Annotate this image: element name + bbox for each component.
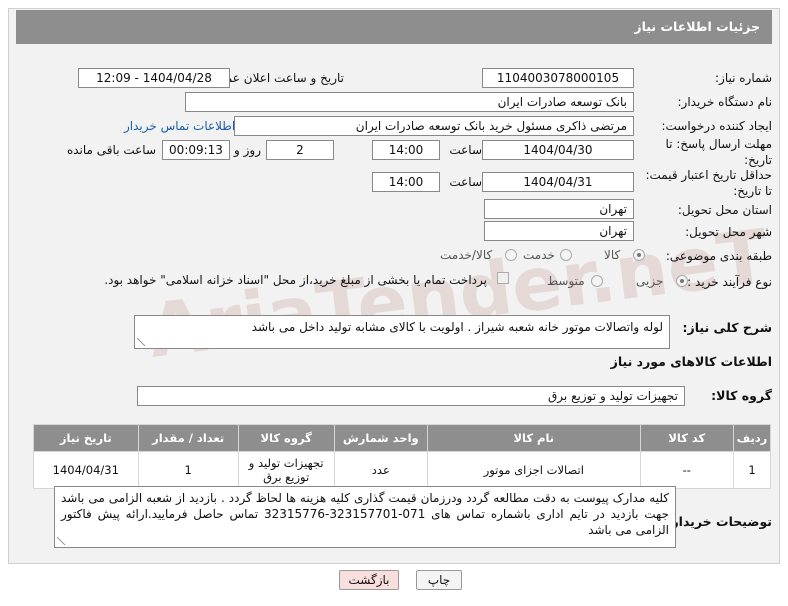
- category-radio-goods[interactable]: [633, 249, 645, 261]
- goods-table-header: ردیف کد کالا نام کالا واحد شمارش گروه کا…: [33, 424, 771, 452]
- category-radio-service[interactable]: [560, 249, 572, 261]
- cell-code: --: [639, 451, 735, 489]
- days-field[interactable]: 2: [266, 140, 334, 160]
- treasury-payment-note: پرداخت تمام یا بخشی از مبلغ خرید،از محل …: [104, 273, 487, 287]
- col-qty: تعداد / مقدار: [137, 424, 239, 452]
- cell-date: 1404/04/31: [33, 451, 139, 489]
- category-option-service: خدمت: [523, 248, 555, 262]
- treasury-payment-checkbox[interactable]: [497, 272, 509, 284]
- cell-unit: عدد: [333, 451, 429, 489]
- cell-name: اتصالات اجزای موتور: [427, 451, 641, 489]
- requester-label: ایجاد کننده درخواست:: [661, 119, 772, 133]
- reply-time-field[interactable]: 14:00: [372, 140, 440, 160]
- price-date-field[interactable]: 1404/04/31: [482, 172, 634, 192]
- category-option-goods: کالا: [604, 248, 621, 262]
- contact-info-link[interactable]: اطلاعات تماس خریدار: [124, 119, 235, 133]
- back-button[interactable]: بازگشت: [339, 570, 399, 590]
- col-code: کد کالا: [639, 424, 735, 452]
- process-option-medium: متوسط: [547, 274, 585, 288]
- remaining-time-field[interactable]: 00:09:13: [162, 140, 230, 160]
- resize-grip-icon[interactable]: [57, 537, 65, 545]
- days-label: روز و: [234, 143, 261, 157]
- cell-row: 1: [733, 451, 771, 489]
- goods-group-field[interactable]: تجهیزات تولید و توزیع برق: [137, 386, 685, 406]
- print-button[interactable]: چاپ: [416, 570, 462, 590]
- summary-text: لوله واتصالات موتور خانه شعبه شیراز . او…: [251, 320, 663, 334]
- buyer-notes-label: توضیحات خریدار:: [666, 514, 772, 529]
- need-number-field[interactable]: 1104003078000105: [482, 68, 634, 88]
- goods-group-label: گروه کالا:: [711, 388, 772, 403]
- page-header: جزئیات اطلاعات نیاز: [16, 10, 772, 44]
- reply-date-field[interactable]: 1404/04/30: [482, 140, 634, 160]
- summary-textarea[interactable]: لوله واتصالات موتور خانه شعبه شیراز . او…: [134, 315, 670, 349]
- cell-qty: 1: [137, 451, 239, 489]
- requester-field[interactable]: مرتضی ذاکری مسئول خرید بانک توسعه صادرات…: [234, 116, 634, 136]
- col-group: گروه کالا: [237, 424, 335, 452]
- buyer-notes-text: کلیه مدارک پیوست به دقت مطالعه گردد ودرز…: [61, 491, 669, 537]
- col-date: تاریخ نیاز: [33, 424, 139, 452]
- summary-label: شرح کلی نیاز:: [682, 320, 772, 335]
- reply-time-label: ساعت: [449, 143, 482, 157]
- category-label: طبقه بندی موضوعی:: [665, 249, 772, 263]
- col-name: نام کالا: [427, 424, 641, 452]
- remaining-label: ساعت باقی مانده: [66, 143, 156, 157]
- city-label: شهر محل تحویل:: [685, 225, 772, 239]
- process-option-minor: جزیی: [636, 274, 664, 288]
- goods-table: ردیف کد کالا نام کالا واحد شمارش گروه کا…: [33, 424, 771, 489]
- category-radio-goods-service[interactable]: [505, 249, 517, 261]
- buyer-org-label: نام دستگاه خریدار:: [677, 95, 773, 109]
- price-validity-label: حداقل تاریخ اعتبار قیمت: تا تاریخ:: [645, 168, 772, 198]
- buyer-org-field[interactable]: بانک توسعه صادرات ایران: [185, 92, 634, 112]
- col-row: ردیف: [733, 424, 771, 452]
- table-row: 1 -- اتصالات اجزای موتور عدد تجهیزات تول…: [33, 451, 771, 489]
- col-unit: واحد شمارش: [333, 424, 429, 452]
- goods-section-title: اطلاعات کالاهای مورد نیاز: [610, 354, 772, 369]
- reply-deadline-label: مهلت ارسال پاسخ: تا تاریخ:: [665, 137, 772, 167]
- cell-group: تجهیزات تولید و توزیع برق: [237, 451, 335, 489]
- process-radio-minor[interactable]: [676, 275, 688, 287]
- price-time-field[interactable]: 14:00: [372, 172, 440, 192]
- buyer-notes-textarea[interactable]: کلیه مدارک پیوست به دقت مطالعه گردد ودرز…: [54, 486, 676, 548]
- announce-field[interactable]: 1404/04/28 - 12:09: [78, 68, 230, 88]
- category-option-goods-service: کالا/خدمت: [440, 248, 493, 262]
- province-field[interactable]: تهران: [484, 199, 634, 219]
- city-field[interactable]: تهران: [484, 221, 634, 241]
- process-radio-medium[interactable]: [591, 275, 603, 287]
- resize-grip-icon[interactable]: [137, 338, 145, 346]
- process-label: نوع فرآیند خرید :: [687, 275, 772, 289]
- need-number-label: شماره نیاز:: [715, 71, 772, 85]
- province-label: استان محل تحویل:: [677, 203, 772, 217]
- price-time-label: ساعت: [449, 175, 482, 189]
